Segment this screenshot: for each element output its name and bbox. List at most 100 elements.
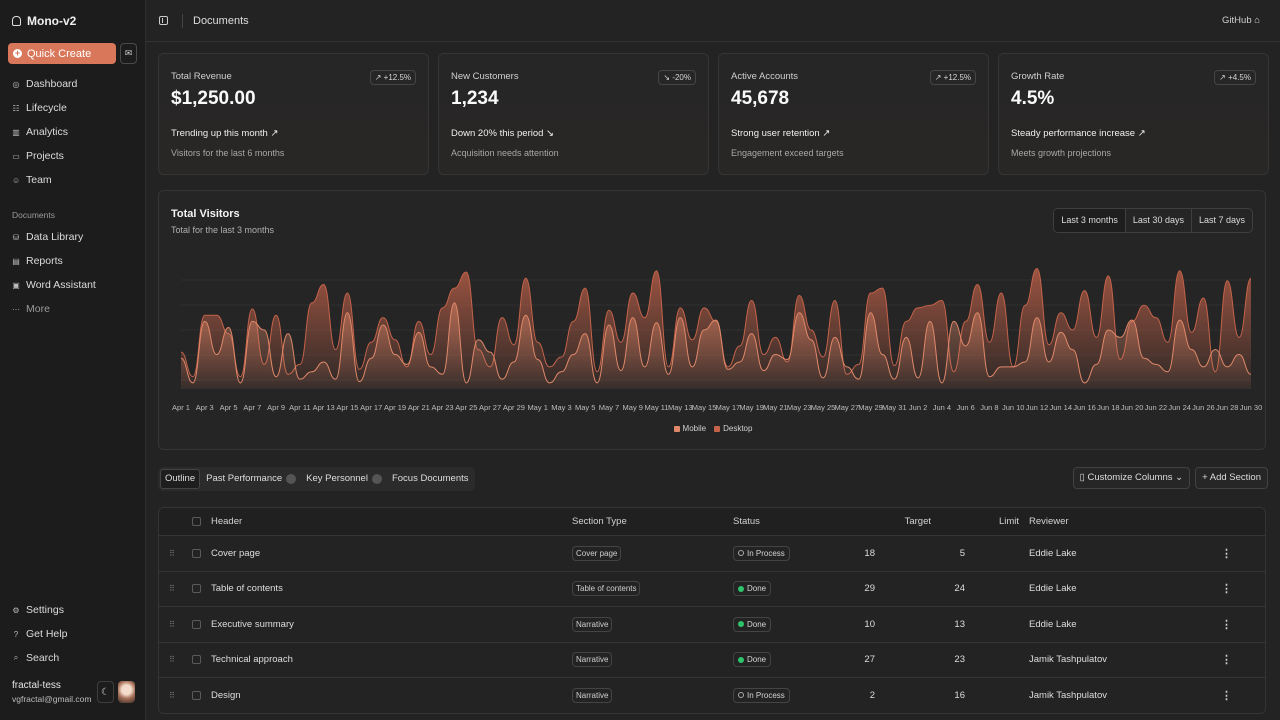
tab-past-performance[interactable]: Past Performance — [202, 469, 300, 489]
status-badge: Done — [733, 581, 772, 597]
x-tick-label: May 1 — [527, 403, 547, 412]
x-tick-label: May 15 — [692, 403, 717, 412]
x-tick-label: Apr 17 — [360, 403, 382, 412]
select-all-checkbox[interactable] — [192, 517, 201, 526]
table-row: ⠿ Design Narrative In Process 2 16 Jamik Tashp… — [159, 677, 1265, 713]
metric-value: 1,234 — [451, 88, 499, 109]
column-header-type[interactable]: Section Type — [572, 516, 627, 527]
trend-badge: ↗ +12.5% — [369, 70, 416, 85]
limit-input[interactable]: 5 — [960, 548, 965, 559]
sidebar-item-more[interactable]: ··· More — [8, 297, 137, 321]
inbox-button[interactable]: ✉ — [120, 43, 137, 64]
sidebar-item-search[interactable]: ⌕ Search — [8, 646, 137, 670]
target-input[interactable]: 2 — [870, 690, 875, 701]
github-link[interactable]: GitHub ⌂ — [1222, 15, 1260, 26]
row-checkbox[interactable] — [192, 548, 201, 558]
sidebar-item-get-help[interactable]: ? Get Help — [8, 622, 137, 646]
user-email: vgfractal@gmail.com — [12, 694, 92, 704]
column-header-header[interactable]: Header — [211, 516, 242, 527]
tab-focus-documents[interactable]: Focus Documents — [388, 469, 473, 489]
sidebar-item-projects[interactable]: ▭ Projects — [8, 144, 137, 168]
row-checkbox[interactable] — [192, 619, 201, 629]
column-header-target[interactable]: Target — [905, 516, 931, 527]
column-header-status[interactable]: Status — [733, 516, 760, 527]
row-header-link[interactable]: Design — [211, 690, 241, 701]
drag-handle-icon[interactable]: ⠿ — [169, 584, 175, 593]
target-input[interactable]: 29 — [864, 583, 875, 594]
sidebar-item-reports[interactable]: ▤ Reports — [8, 249, 137, 273]
theme-toggle-button[interactable]: ☾ — [97, 681, 114, 703]
row-menu-icon[interactable]: ⋮ — [1221, 653, 1232, 666]
sidebar-item-label: Data Library — [26, 231, 84, 243]
row-menu-icon[interactable]: ⋮ — [1221, 582, 1232, 595]
sidebar: Mono-v2 + Quick Create ✉ ◎ Dashboard ☷ Life… — [0, 0, 145, 720]
reviewer-select[interactable]: Jamik Tashpulatov — [1029, 690, 1107, 701]
drag-handle-icon[interactable]: ⠿ — [169, 691, 175, 700]
search-icon: ⌕ — [13, 653, 19, 662]
row-checkbox[interactable] — [192, 655, 201, 665]
drag-handle-icon[interactable]: ⠿ — [169, 620, 175, 629]
row-menu-icon[interactable]: ⋮ — [1221, 689, 1232, 702]
sidebar-item-label: Get Help — [26, 628, 68, 640]
tab-count-badge — [286, 474, 297, 484]
section-type-badge: Cover page — [572, 545, 622, 561]
sidebar-toggle-icon[interactable] — [159, 16, 168, 25]
quick-create-button[interactable]: + Quick Create — [8, 43, 116, 64]
sidebar-item-word-assistant[interactable]: ▣ Word Assistant — [8, 273, 137, 297]
sidebar-item-label: Dashboard — [26, 78, 78, 90]
column-header-limit[interactable]: Limit — [999, 516, 1019, 527]
user-menu[interactable]: fractal-tess vgfractal@gmail.com ☾ — [12, 680, 135, 704]
sidebar-item-team[interactable]: ☺ Team — [8, 168, 137, 192]
sidebar-item-label: Analytics — [26, 126, 69, 138]
limit-input[interactable]: 16 — [954, 690, 965, 701]
trend-text: Steady performance increase ↗ — [1011, 128, 1146, 139]
row-header-link[interactable]: Table of contents — [211, 583, 283, 594]
chart-icon: ▥ — [12, 127, 20, 137]
row-header-link[interactable]: Executive summary — [211, 619, 294, 630]
status-badge: Done — [733, 652, 772, 668]
x-tick-label: Jun 22 — [1145, 403, 1168, 412]
column-header-reviewer[interactable]: Reviewer — [1029, 516, 1069, 527]
brand[interactable]: Mono-v2 — [8, 0, 137, 42]
metric-description: Visitors for the last 6 months — [171, 148, 285, 158]
tab-key-personnel[interactable]: Key Personnel — [302, 469, 386, 489]
limit-input[interactable]: 13 — [954, 619, 965, 630]
row-menu-icon[interactable]: ⋮ — [1221, 547, 1232, 560]
sidebar-item-lifecycle[interactable]: ☷ Lifecycle — [8, 96, 137, 120]
drag-handle-icon[interactable]: ⠿ — [169, 655, 175, 664]
dashboard-icon: ◎ — [12, 79, 20, 89]
trend-badge: ↘ -20% — [658, 70, 696, 85]
documents-section-label: Documents — [12, 210, 55, 220]
reviewer-select[interactable]: Jamik Tashpulatov — [1029, 654, 1107, 665]
add-section-button[interactable]: + Add Section — [1195, 467, 1268, 489]
reviewer-select[interactable]: Eddie Lake — [1029, 619, 1077, 630]
customize-columns-label: Customize Columns — [1087, 472, 1173, 483]
sidebar-item-analytics[interactable]: ▥ Analytics — [8, 120, 137, 144]
avatar[interactable] — [118, 681, 135, 703]
row-header-link[interactable]: Technical approach — [211, 654, 293, 665]
target-input[interactable]: 18 — [864, 548, 875, 559]
reviewer-select[interactable]: Eddie Lake — [1029, 548, 1077, 559]
row-header-link[interactable]: Cover page — [211, 548, 260, 559]
customize-columns-button[interactable]: ▯ Customize Columns ⌄ — [1072, 467, 1191, 489]
sidebar-item-settings[interactable]: ⚙ Settings — [8, 598, 137, 622]
target-input[interactable]: 10 — [864, 619, 875, 630]
row-checkbox[interactable] — [192, 690, 201, 700]
metric-card: Growth Rate 4.5% ↗ +4.5% Steady performance… — [998, 53, 1269, 175]
drag-handle-icon[interactable]: ⠿ — [169, 549, 175, 558]
reviewer-select[interactable]: Eddie Lake — [1029, 583, 1077, 594]
metric-value: $1,250.00 — [171, 88, 256, 109]
chevron-down-icon: ⌄ — [1175, 472, 1184, 483]
target-input[interactable]: 27 — [864, 654, 875, 665]
check-circle-icon — [738, 656, 744, 663]
row-checkbox[interactable] — [192, 584, 201, 594]
sidebar-item-dashboard[interactable]: ◎ Dashboard — [8, 72, 137, 96]
sidebar-item-data-library[interactable]: ⛁ Data Library — [8, 225, 137, 249]
users-icon: ☺ — [12, 175, 21, 185]
limit-input[interactable]: 23 — [954, 654, 965, 665]
tab-label: Focus Documents — [391, 473, 469, 484]
limit-input[interactable]: 24 — [954, 583, 965, 594]
x-tick-label: May 23 — [787, 403, 812, 412]
row-menu-icon[interactable]: ⋮ — [1221, 618, 1232, 631]
tab-outline[interactable]: Outline — [160, 469, 201, 489]
